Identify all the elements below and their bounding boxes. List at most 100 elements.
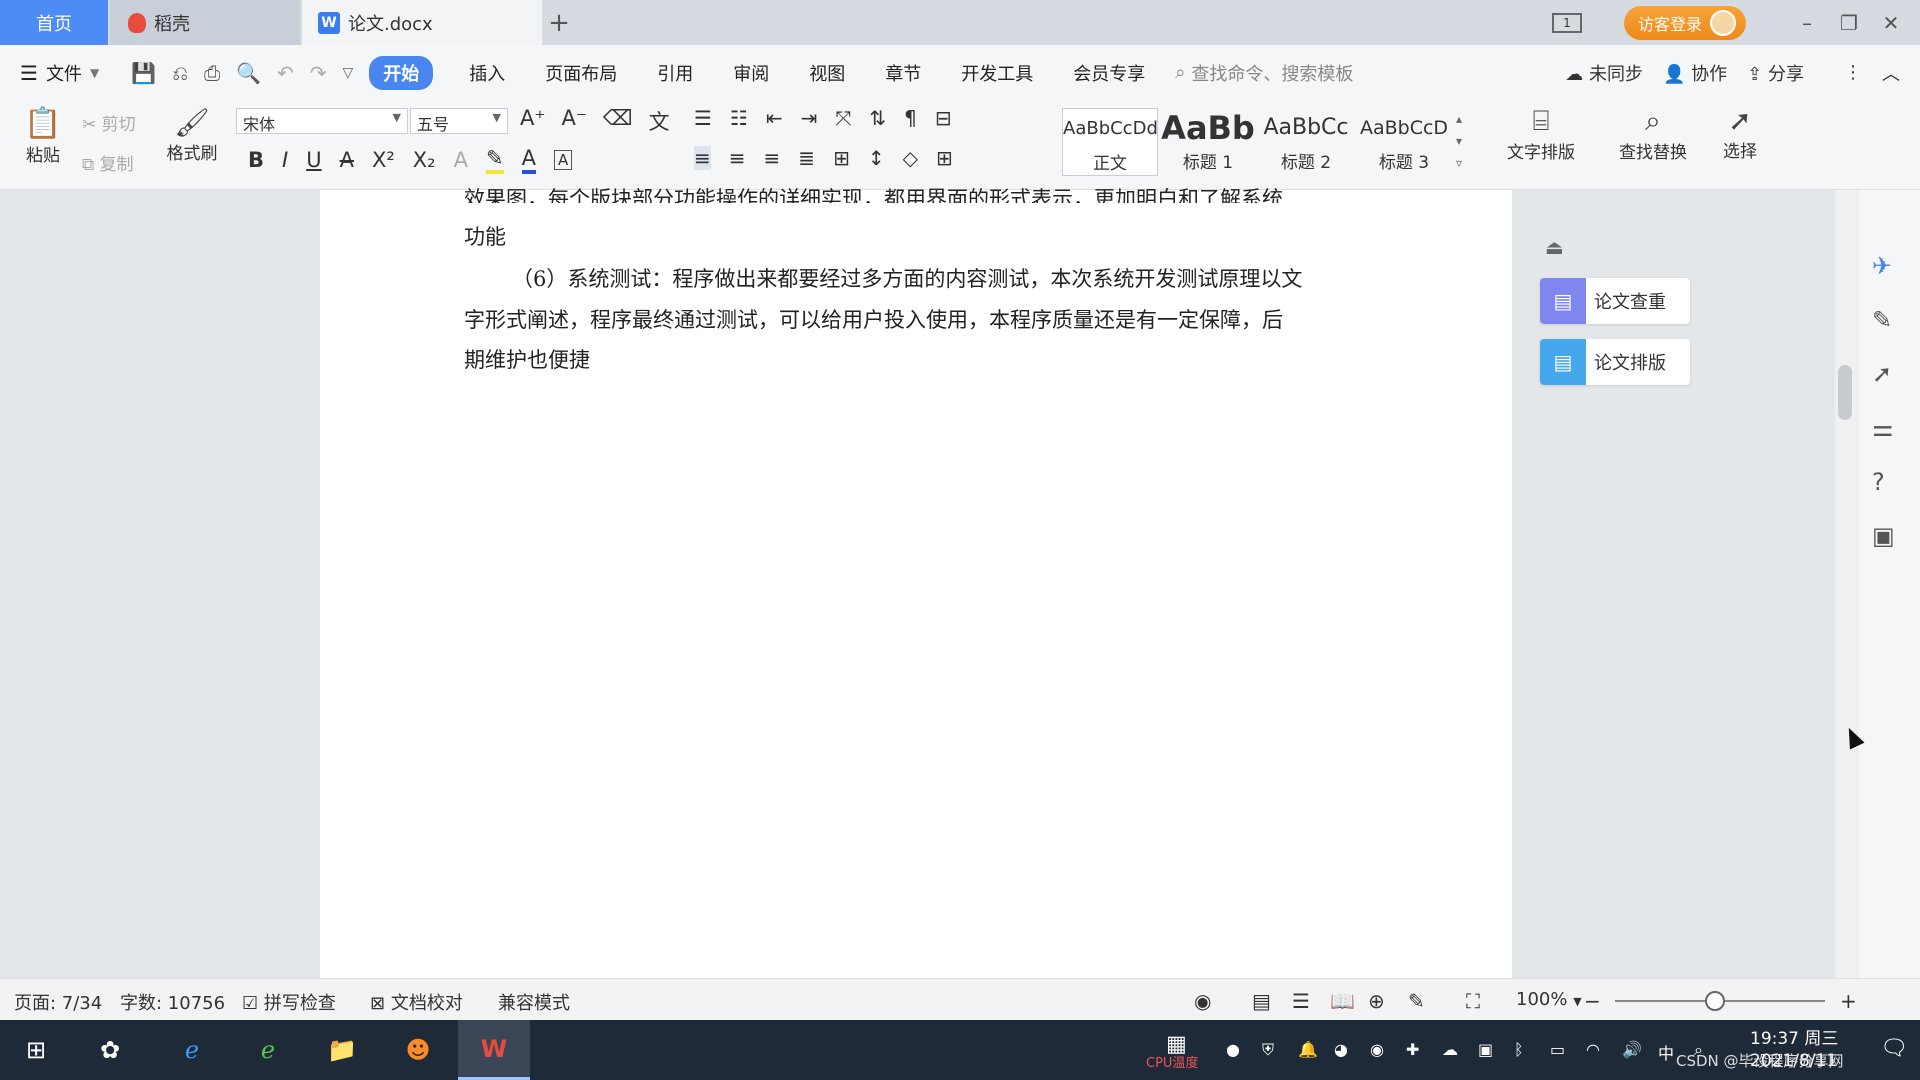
tray-monitor-icon[interactable]: ▦ bbox=[1166, 1032, 1187, 1057]
distributed-icon[interactable]: ⊞ bbox=[833, 146, 850, 170]
page-view-icon[interactable]: 1 bbox=[1551, 12, 1582, 33]
print-preview-icon[interactable]: 🔍 bbox=[236, 61, 261, 85]
tab-member[interactable]: 会员专享 bbox=[1053, 60, 1165, 86]
wifi-icon[interactable]: ◠ bbox=[1586, 1040, 1600, 1059]
font-name-select[interactable]: 宋体 ▼ bbox=[236, 108, 408, 134]
bullet-list-icon[interactable]: ☰ bbox=[694, 106, 712, 130]
tray-cloud-icon[interactable]: ☁ bbox=[1442, 1040, 1458, 1059]
borders-icon[interactable]: ⊞ bbox=[936, 146, 953, 170]
font-size-select[interactable]: 五号 ▼ bbox=[410, 108, 508, 134]
zoom-slider-handle[interactable] bbox=[1705, 991, 1725, 1011]
more-icon[interactable]: ⋮ bbox=[1844, 62, 1862, 83]
style-normal[interactable]: AaBbCcDd 正文 bbox=[1062, 108, 1158, 176]
guest-login-button[interactable]: 访客登录 bbox=[1623, 5, 1746, 40]
proofread-button[interactable]: ⊠ 文档校对 bbox=[370, 989, 463, 1015]
word-count[interactable]: 字数: 10756 bbox=[120, 989, 225, 1015]
style-heading-1[interactable]: AaBb 标题 1 bbox=[1160, 108, 1256, 176]
rocket-icon[interactable]: ✈ bbox=[1872, 252, 1892, 280]
image-tool-icon[interactable]: ▣ bbox=[1872, 522, 1895, 550]
tab-home-ribbon[interactable]: 开始 bbox=[369, 55, 434, 90]
phonetic-guide-icon[interactable]: 文 bbox=[649, 106, 670, 136]
eye-protect-icon[interactable]: ◉ bbox=[1194, 989, 1211, 1013]
web-view-icon[interactable]: ⊕ bbox=[1368, 989, 1385, 1013]
sliders-icon[interactable]: ⚌ bbox=[1872, 414, 1894, 442]
tab-insert[interactable]: 插入 bbox=[449, 60, 525, 86]
format-painter-button[interactable]: 🖌 格式刷 bbox=[162, 106, 222, 164]
style-heading-3[interactable]: AaBbCcD 标题 3 bbox=[1356, 108, 1452, 176]
undo-history-icon[interactable]: ⎌ bbox=[172, 61, 188, 85]
select-button[interactable]: ➚ 选择 bbox=[1712, 104, 1768, 162]
task-app-icon[interactable]: ✿ bbox=[90, 1030, 130, 1070]
copy-button[interactable]: ⧉ 复制 bbox=[82, 150, 134, 175]
cut-button[interactable]: ✂ 剪切 bbox=[82, 110, 136, 135]
print-icon[interactable]: ⎙ bbox=[204, 61, 220, 85]
app-icon[interactable]: ☻ bbox=[398, 1030, 438, 1070]
page-view-mode-icon[interactable]: ▤ bbox=[1252, 989, 1271, 1013]
justify-icon[interactable]: ≣ bbox=[798, 146, 815, 170]
battery-icon[interactable]: ▭ bbox=[1550, 1040, 1565, 1059]
paper-check-button[interactable]: ▤ 论文查重 bbox=[1540, 278, 1690, 324]
tab-review[interactable]: 审阅 bbox=[713, 60, 789, 86]
fit-page-icon[interactable]: ⛶ bbox=[1466, 989, 1480, 1013]
sort-icon[interactable]: ⇅ bbox=[869, 106, 886, 130]
align-center-icon[interactable]: ≡ bbox=[729, 146, 746, 170]
minimize-button[interactable]: – bbox=[1786, 11, 1828, 35]
restore-button[interactable]: ❐ bbox=[1828, 11, 1870, 35]
shading-icon[interactable]: ◇ bbox=[903, 146, 918, 170]
new-tab-button[interactable]: + bbox=[544, 0, 574, 45]
outdent-icon[interactable]: ⇤ bbox=[766, 106, 783, 130]
tray-shield-icon[interactable]: ⛨ bbox=[1262, 1040, 1274, 1060]
tab-daoke[interactable]: 稻壳 bbox=[110, 0, 300, 45]
reading-view-icon[interactable]: 📖 bbox=[1330, 989, 1355, 1013]
redo-icon[interactable]: ↷ bbox=[310, 61, 327, 85]
zoom-out-icon[interactable]: − bbox=[1584, 989, 1601, 1013]
close-button[interactable]: ✕ bbox=[1870, 11, 1912, 35]
tray-green-icon[interactable]: ✚ bbox=[1406, 1040, 1419, 1059]
tab-document[interactable]: W 论文.docx bbox=[302, 0, 542, 45]
tray-qq-icon[interactable]: ◕ bbox=[1334, 1040, 1348, 1059]
numbered-list-icon[interactable]: ☷ bbox=[730, 106, 748, 130]
command-search[interactable]: ⌕ 查找命令、搜索模板 bbox=[1175, 60, 1353, 86]
tab-page-layout[interactable]: 页面布局 bbox=[525, 60, 637, 86]
ime-indicator[interactable]: 中 bbox=[1658, 1040, 1674, 1064]
superscript-icon[interactable]: X² bbox=[372, 148, 395, 172]
grow-font-icon[interactable]: A⁺ bbox=[520, 106, 545, 136]
zoom-in-icon[interactable]: + bbox=[1840, 989, 1857, 1013]
sync-button[interactable]: ☁ 未同步 bbox=[1565, 60, 1643, 86]
file-explorer-icon[interactable]: 📁 bbox=[322, 1030, 362, 1070]
find-replace-button[interactable]: ⌕ 查找替换 bbox=[1608, 104, 1698, 163]
page-count[interactable]: 页面: 7/34 bbox=[14, 989, 102, 1015]
font-color-icon[interactable]: A bbox=[521, 146, 536, 174]
indent-icon[interactable]: ⇥ bbox=[801, 106, 818, 130]
outline-view-icon[interactable]: ☰ bbox=[1292, 989, 1310, 1013]
file-menu[interactable]: ☰ 文件 ▼ bbox=[0, 60, 119, 86]
text-effect-icon[interactable]: A bbox=[454, 148, 468, 172]
strikethrough-icon[interactable]: A bbox=[340, 148, 354, 172]
volume-icon[interactable]: 🔊 bbox=[1622, 1040, 1642, 1059]
zoom-select[interactable]: 100% ▼ bbox=[1516, 989, 1582, 1010]
tab-developer[interactable]: 开发工具 bbox=[941, 60, 1053, 86]
vertical-scrollbar[interactable] bbox=[1835, 190, 1857, 978]
spell-check-button[interactable]: ☑ 拼写检查 bbox=[242, 989, 336, 1015]
scrollbar-thumb[interactable] bbox=[1838, 365, 1852, 420]
align-right-icon[interactable]: ≡ bbox=[764, 146, 781, 170]
style-gallery-scroll[interactable]: ▴ ▾ ▿ bbox=[1456, 108, 1462, 174]
chinese-layout-icon[interactable]: ⤧ bbox=[835, 106, 851, 130]
text-layout-button[interactable]: ⌸ 文字排版 bbox=[1496, 104, 1586, 163]
highlight-icon[interactable]: ✎ bbox=[485, 146, 504, 174]
tab-stops-icon[interactable]: ⊟ bbox=[935, 106, 952, 130]
tray-antivirus-icon[interactable]: ● bbox=[1226, 1040, 1240, 1059]
bold-icon[interactable]: B bbox=[248, 148, 264, 172]
tray-app-icon[interactable]: ◉ bbox=[1370, 1040, 1384, 1059]
subscript-icon[interactable]: X₂ bbox=[413, 148, 436, 172]
pointer-icon[interactable]: ➚ bbox=[1872, 360, 1892, 388]
windows-start-icon[interactable]: ⊞ bbox=[16, 1030, 56, 1070]
pen-icon[interactable]: ✎ bbox=[1872, 306, 1892, 334]
underline-icon[interactable]: U bbox=[306, 148, 321, 172]
show-marks-icon[interactable]: ¶ bbox=[904, 106, 917, 130]
char-border-icon[interactable]: A bbox=[553, 150, 573, 170]
help-icon[interactable]: ? bbox=[1872, 468, 1885, 496]
ie-browser-icon[interactable]: ℯ bbox=[172, 1030, 212, 1070]
style-heading-2[interactable]: AaBbCc 标题 2 bbox=[1258, 108, 1354, 176]
undo-icon[interactable]: ↶ bbox=[277, 61, 294, 85]
